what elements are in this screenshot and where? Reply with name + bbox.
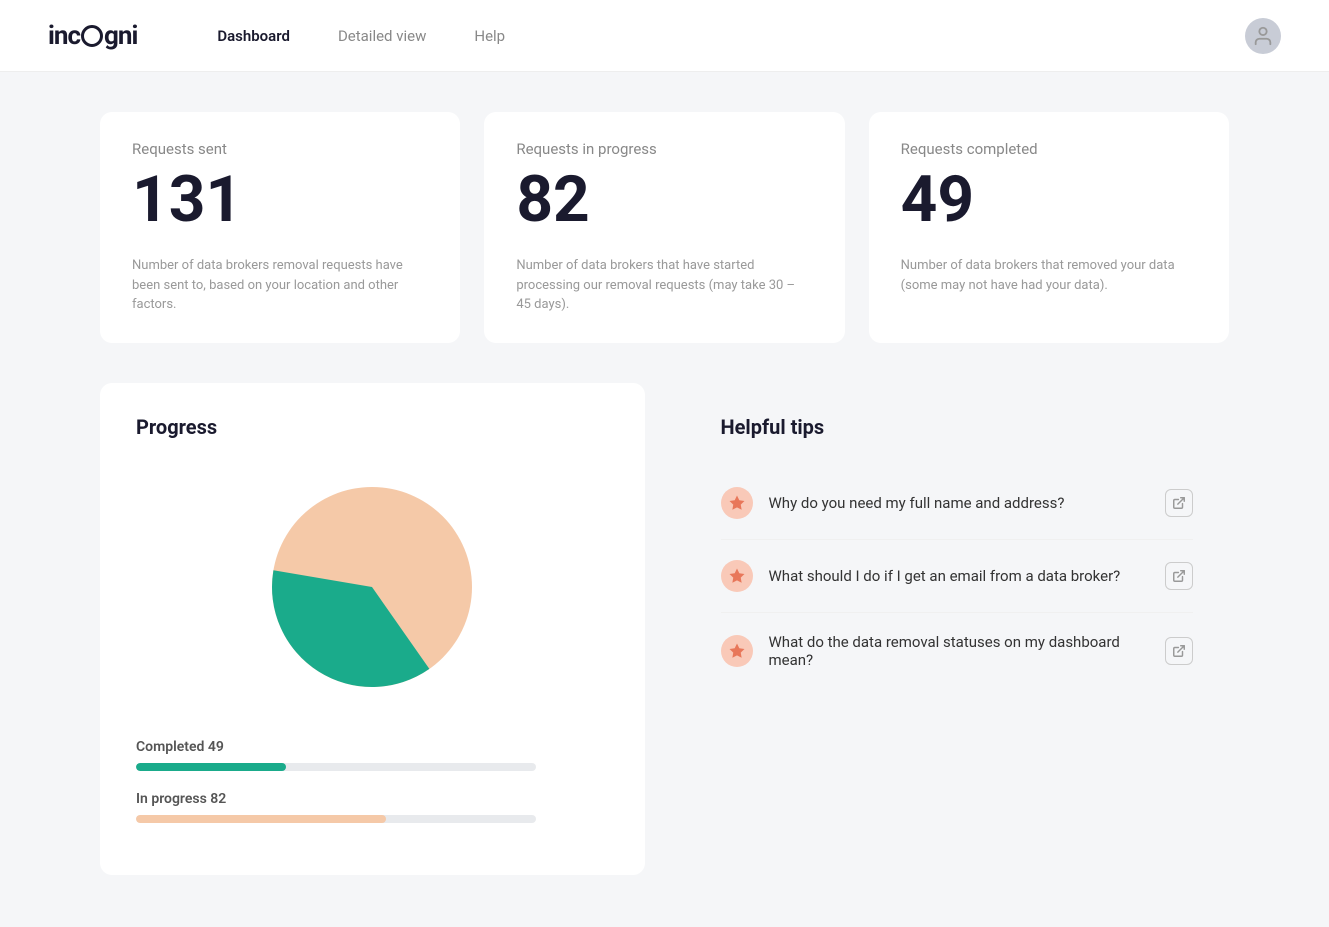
tip-icon-3 (721, 635, 753, 667)
tip-item-2[interactable]: What should I do if I get an email from … (721, 540, 1194, 613)
stat-number-inprogress: 82 (516, 168, 812, 232)
progress-section: Progress Completed 49 In progress 82 (100, 383, 645, 875)
tip-arrow-3[interactable] (1165, 637, 1193, 665)
stat-desc-inprogress: Number of data brokers that have started… (516, 256, 812, 315)
stat-desc-sent: Number of data brokers removal requests … (132, 256, 428, 315)
stat-card-completed: Requests completed 49 Number of data bro… (869, 112, 1229, 343)
stat-number-sent: 131 (132, 168, 428, 232)
stats-row: Requests sent 131 Number of data brokers… (100, 112, 1229, 343)
inprogress-bar-fill (136, 815, 386, 823)
completed-bar-label: Completed 49 (136, 739, 609, 755)
tip-text-2: What should I do if I get an email from … (769, 567, 1150, 585)
nav-dashboard[interactable]: Dashboard (217, 27, 290, 45)
pie-chart (252, 467, 492, 707)
inprogress-bar-label: In progress 82 (136, 791, 609, 807)
bottom-row: Progress Completed 49 In progress 82 (100, 383, 1229, 875)
tips-title: Helpful tips (721, 415, 1194, 439)
nav-help[interactable]: Help (474, 27, 505, 45)
stat-label-sent: Requests sent (132, 140, 428, 158)
tip-item-3[interactable]: What do the data removal statuses on my … (721, 613, 1194, 689)
completed-bar-group: Completed 49 (136, 739, 609, 771)
nav-detailed-view[interactable]: Detailed view (338, 27, 426, 45)
tip-text-1: Why do you need my full name and address… (769, 494, 1150, 512)
inprogress-bar-group: In progress 82 (136, 791, 609, 823)
stat-label-inprogress: Requests in progress (516, 140, 812, 158)
brand-logo: incgni (48, 21, 137, 51)
stat-card-inprogress: Requests in progress 82 Number of data b… (484, 112, 844, 343)
progress-title: Progress (136, 415, 609, 439)
tip-arrow-2[interactable] (1165, 562, 1193, 590)
completed-bar-fill (136, 763, 286, 771)
tips-section: Helpful tips Why do you need my full nam… (685, 383, 1230, 875)
tip-arrow-1[interactable] (1165, 489, 1193, 517)
stat-card-sent: Requests sent 131 Number of data brokers… (100, 112, 460, 343)
tip-icon-1 (721, 487, 753, 519)
tip-item-1[interactable]: Why do you need my full name and address… (721, 467, 1194, 540)
completed-bar-track (136, 763, 536, 771)
stat-label-completed: Requests completed (901, 140, 1197, 158)
user-avatar[interactable] (1245, 18, 1281, 54)
tip-icon-2 (721, 560, 753, 592)
stat-number-completed: 49 (901, 168, 1197, 232)
pie-chart-container (136, 467, 609, 707)
main-nav: Dashboard Detailed view Help (217, 27, 1245, 45)
stat-desc-completed: Number of data brokers that removed your… (901, 256, 1197, 295)
tip-text-3: What do the data removal statuses on my … (769, 633, 1150, 669)
inprogress-bar-track (136, 815, 536, 823)
